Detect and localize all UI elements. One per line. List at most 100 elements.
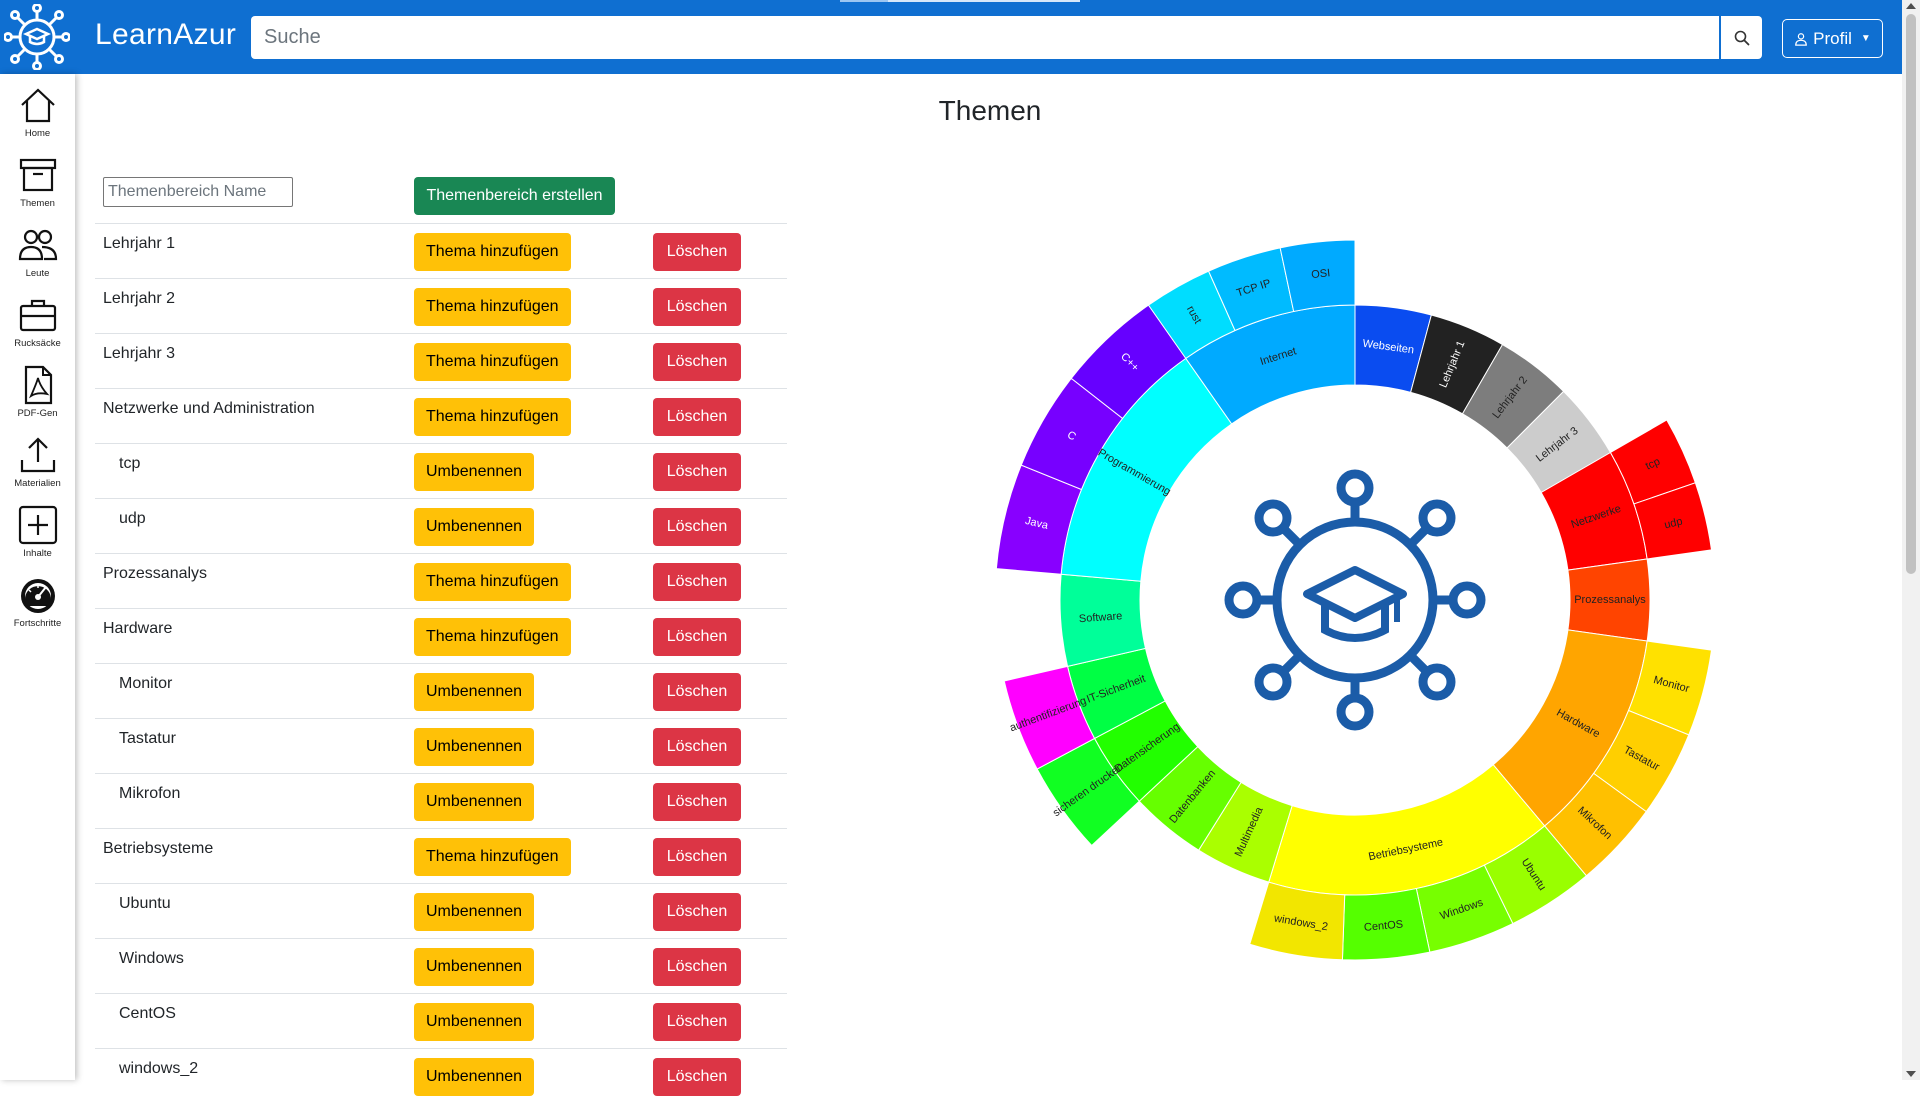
sidebar-label-fortschritte: Fortschritte: [13, 618, 62, 629]
delete-button[interactable]: Löschen: [653, 838, 741, 876]
search-icon: [1734, 30, 1749, 45]
scroll-up-arrow-icon[interactable]: [1906, 3, 1916, 9]
sidebar-item-materialien[interactable]: Materialien: [0, 434, 75, 500]
add-thema-button[interactable]: Thema hinzufügen: [414, 288, 571, 326]
rename-button[interactable]: Umbenennen: [414, 453, 535, 491]
rename-button[interactable]: Umbenennen: [414, 1058, 535, 1096]
topic-row: Lehrjahr 2 Thema hinzufügen Löschen: [95, 278, 787, 333]
delete-button[interactable]: Löschen: [653, 673, 741, 711]
topic-name: Mikrofon: [119, 785, 181, 802]
person-icon: [1795, 32, 1808, 46]
add-thema-button[interactable]: Thema hinzufügen: [414, 398, 571, 436]
delete-button[interactable]: Löschen: [653, 948, 741, 986]
topic-name: Monitor: [119, 675, 173, 692]
brand-name[interactable]: LearnAzur: [95, 18, 236, 52]
delete-button[interactable]: Löschen: [653, 783, 741, 821]
topic-row: Windows Umbenennen Löschen: [95, 938, 787, 993]
sidebar-item-fortschritte[interactable]: Fortschritte: [0, 574, 75, 640]
top-navbar: LearnAzur Profil ▼: [0, 0, 1902, 74]
rename-button[interactable]: Umbenennen: [414, 728, 535, 766]
people-icon: [18, 229, 57, 261]
search-button[interactable]: [1721, 16, 1762, 59]
loading-bar-progress: [840, 0, 888, 2]
delete-button[interactable]: Löschen: [653, 233, 741, 271]
rename-button[interactable]: Umbenennen: [414, 783, 535, 821]
outer-ring-label: OSI: [1311, 267, 1331, 281]
sidebar-label-leute: Leute: [25, 268, 50, 279]
profile-label: Profil: [1813, 28, 1852, 48]
topic-name: Lehrjahr 2: [103, 290, 176, 307]
topic-row: Hardware Thema hinzufügen Löschen: [95, 608, 787, 663]
topic-row: Prozessanalys Thema hinzufügen Löschen: [95, 553, 787, 608]
sidebar-item-themen[interactable]: Themen: [0, 154, 75, 220]
speedometer-icon: [20, 579, 55, 613]
topic-row: Monitor Umbenennen Löschen: [95, 663, 787, 718]
topic-row: CentOS Umbenennen Löschen: [95, 993, 787, 1048]
plus-square-icon: [18, 505, 57, 545]
delete-button[interactable]: Löschen: [653, 1003, 741, 1041]
sidebar-label-pdf-gen: PDF-Gen: [17, 408, 58, 419]
search-input[interactable]: [251, 16, 1719, 59]
delete-button[interactable]: Löschen: [653, 398, 741, 436]
topic-row: tcp Umbenennen Löschen: [95, 443, 787, 498]
topic-name: Lehrjahr 3: [103, 345, 176, 362]
topic-name: Tastatur: [119, 730, 176, 747]
scroll-down-arrow-icon[interactable]: [1906, 1071, 1916, 1077]
delete-button[interactable]: Löschen: [653, 728, 741, 766]
add-thema-button[interactable]: Thema hinzufügen: [414, 233, 571, 271]
rename-button[interactable]: Umbenennen: [414, 673, 535, 711]
archive-icon: [19, 158, 56, 192]
topic-row: Mikrofon Umbenennen Löschen: [95, 773, 787, 828]
inner-ring-label: Prozessanalys: [1574, 594, 1646, 606]
scrollbar-thumb[interactable]: [1906, 14, 1916, 574]
add-thema-button[interactable]: Thema hinzufügen: [414, 343, 571, 381]
add-thema-button[interactable]: Thema hinzufügen: [414, 618, 571, 656]
themenbereich-name-input[interactable]: [103, 177, 293, 207]
add-thema-button[interactable]: Thema hinzufügen: [414, 563, 571, 601]
delete-button[interactable]: Löschen: [653, 618, 741, 656]
topic-name: udp: [119, 510, 146, 527]
delete-button[interactable]: Löschen: [653, 508, 741, 546]
delete-button[interactable]: Löschen: [653, 343, 741, 381]
topic-name: CentOS: [119, 1005, 176, 1022]
sidebar-item-home[interactable]: Home: [0, 84, 75, 150]
topic-row: Betriebsysteme Thema hinzufügen Löschen: [95, 828, 787, 883]
sidebar-item-leute[interactable]: Leute: [0, 224, 75, 290]
sidebar-item-pdf-gen[interactable]: PDF-Gen: [0, 364, 75, 430]
rename-button[interactable]: Umbenennen: [414, 1003, 535, 1041]
topic-name: windows_2: [119, 1060, 199, 1077]
sidebar-label-home: Home: [24, 128, 51, 139]
sidebar-label-rucksaecke: Rucksäcke: [14, 338, 61, 349]
topic-name: tcp: [119, 455, 141, 472]
sidebar-item-rucksaecke[interactable]: Rucksäcke: [0, 294, 75, 360]
delete-button[interactable]: Löschen: [653, 893, 741, 931]
topic-table: Lehrjahr 1 Thema hinzufügen Löschen Lehrjah…: [95, 223, 787, 1103]
add-thema-button[interactable]: Thema hinzufügen: [414, 838, 571, 876]
topic-name: Ubuntu: [119, 895, 171, 912]
sunburst-chart: Webseiten Lehrjahr 1Lehrjahr 2Lehrjahr 3N…: [995, 240, 1713, 960]
topic-row: windows_2 Umbenennen Löschen: [95, 1048, 787, 1103]
topic-name: Hardware: [103, 620, 173, 637]
delete-button[interactable]: Löschen: [653, 563, 741, 601]
center-logo-icon: [1224, 469, 1486, 731]
create-themenbereich-button[interactable]: Themenbereich erstellen: [414, 177, 615, 215]
topic-name: Prozessanalys: [103, 565, 208, 582]
topic-row: Tastatur Umbenennen Löschen: [95, 718, 787, 773]
caret-down-icon: ▼: [1860, 33, 1871, 44]
delete-button[interactable]: Löschen: [653, 1058, 741, 1096]
rename-button[interactable]: Umbenennen: [414, 948, 535, 986]
rename-button[interactable]: Umbenennen: [414, 508, 535, 546]
topic-name: Betriebsysteme: [103, 840, 214, 857]
topic-row: Lehrjahr 3 Thema hinzufügen Löschen: [95, 333, 787, 388]
page-scrollbar[interactable]: [1902, 0, 1920, 1080]
learnazur-logo-icon[interactable]: [4, 4, 70, 70]
delete-button[interactable]: Löschen: [653, 453, 741, 491]
profile-dropdown-button[interactable]: Profil ▼: [1782, 19, 1883, 58]
topic-row: Ubuntu Umbenennen Löschen: [95, 883, 787, 938]
sidebar-label-themen: Themen: [20, 198, 55, 209]
delete-button[interactable]: Löschen: [653, 288, 741, 326]
rename-button[interactable]: Umbenennen: [414, 893, 535, 931]
topic-name: Lehrjahr 1: [103, 235, 176, 252]
sidebar-item-inhalte[interactable]: Inhalte: [0, 504, 75, 570]
page-title: Themen: [938, 95, 1042, 126]
